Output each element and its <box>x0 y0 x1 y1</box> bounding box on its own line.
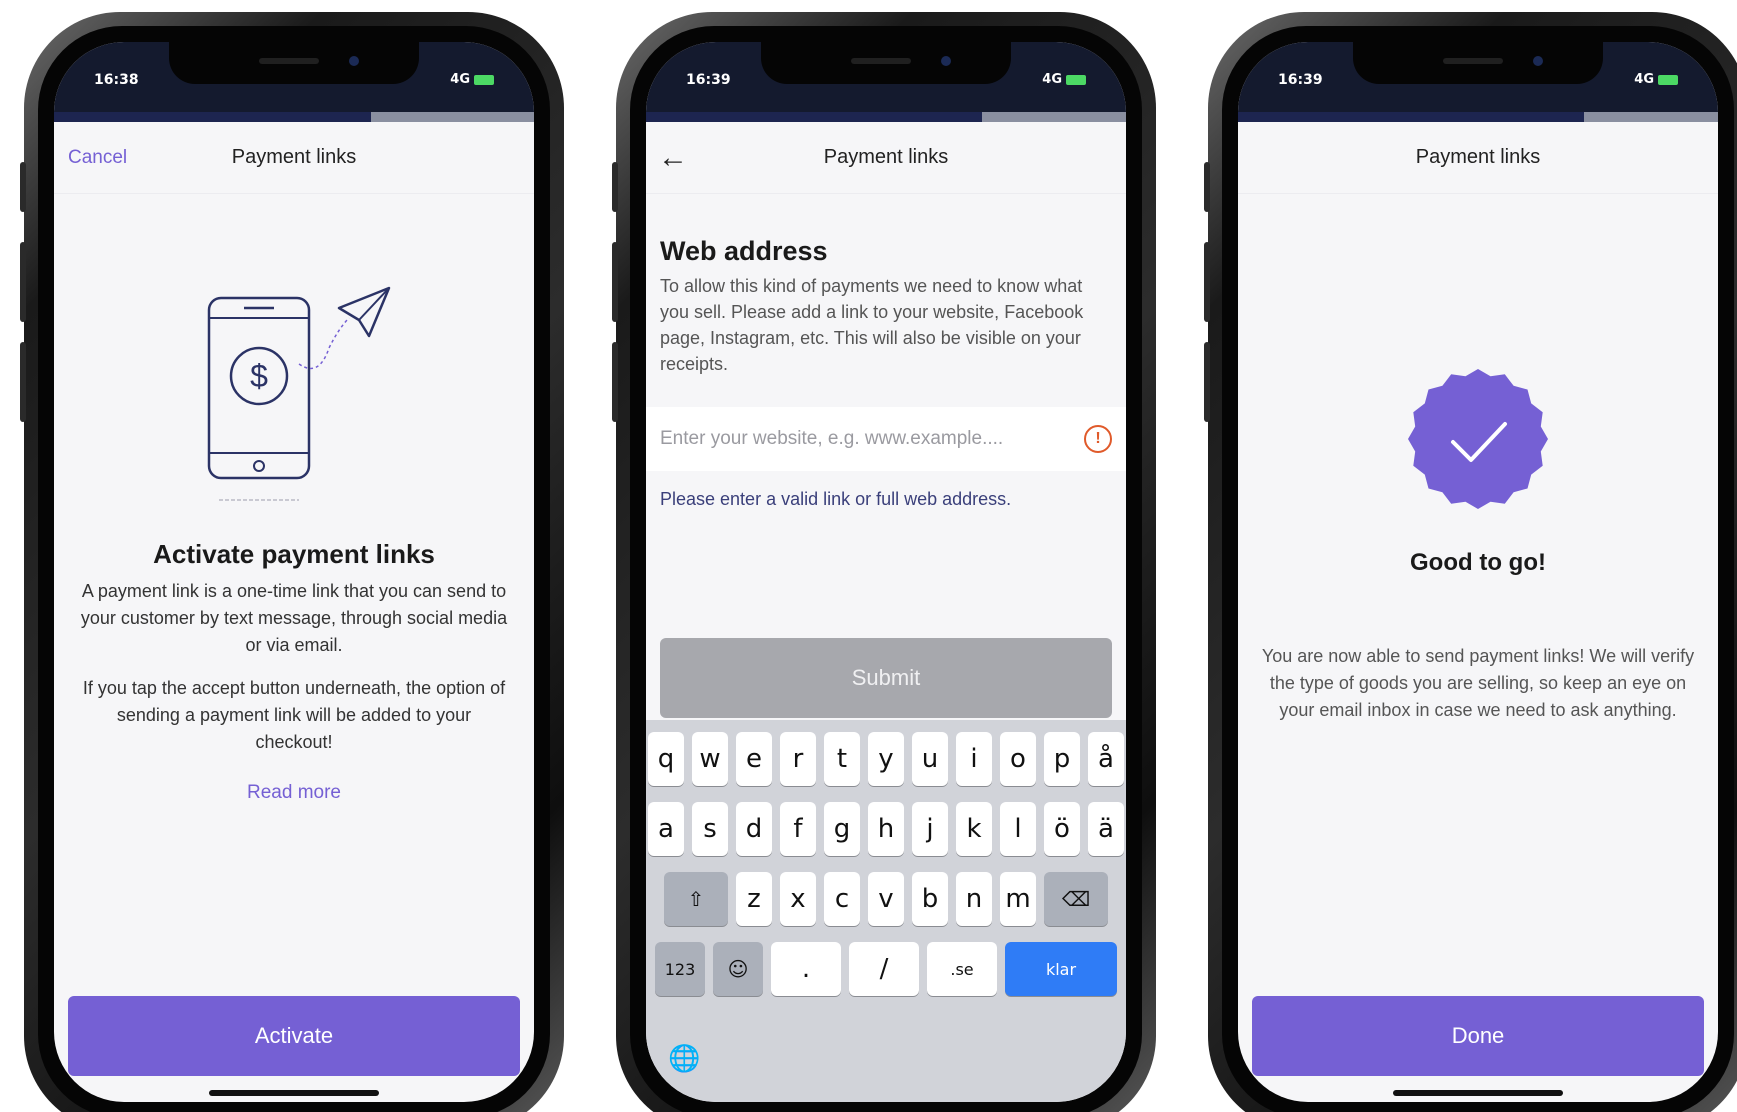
key-ö[interactable]: ö <box>1044 802 1080 856</box>
key-z[interactable]: z <box>736 872 772 926</box>
keyboard: qwertyuiopå asdfghjklöä ⇧ zxcvbnm ⌫ 123 … <box>646 720 1126 1102</box>
key-c[interactable]: c <box>824 872 860 926</box>
status-time: 16:38 <box>94 72 139 88</box>
key-p[interactable]: p <box>1044 732 1080 786</box>
signal-indicator: 4G <box>1042 72 1086 87</box>
nav-bar: Cancel Payment links <box>54 122 534 194</box>
read-more-link[interactable]: Read more <box>247 782 341 804</box>
keyboard-row-1: qwertyuiopå <box>646 732 1126 786</box>
web-address-heading: Web address <box>660 236 828 266</box>
screen-activate: 16:38 4G Cancel Payment links $ Activate… <box>54 42 534 1102</box>
validation-error: Please enter a valid link or full web ad… <box>660 489 1012 509</box>
screen-success: 16:39 4G Payment links Good to go! You a… <box>1238 42 1718 1102</box>
dot-key[interactable]: . <box>771 942 841 996</box>
key-j[interactable]: j <box>912 802 948 856</box>
website-input-row: ! <box>646 407 1126 471</box>
signal-indicator: 4G <box>1634 72 1678 87</box>
signal-indicator: 4G <box>450 72 494 87</box>
back-arrow-icon[interactable]: ← <box>658 141 688 175</box>
done-button[interactable]: Done <box>1252 996 1704 1076</box>
website-input[interactable] <box>660 428 1084 450</box>
key-a[interactable]: a <box>648 802 684 856</box>
nav-bar: Payment links <box>1238 122 1718 194</box>
shift-key[interactable]: ⇧ <box>664 872 728 926</box>
key-b[interactable]: b <box>912 872 948 926</box>
page-title: Payment links <box>1415 146 1541 168</box>
key-r[interactable]: r <box>780 732 816 786</box>
svg-text:$: $ <box>250 358 268 394</box>
key-h[interactable]: h <box>868 802 904 856</box>
key-w[interactable]: w <box>692 732 728 786</box>
home-indicator <box>209 1090 379 1096</box>
battery-icon <box>1658 74 1678 85</box>
key-t[interactable]: t <box>824 732 860 786</box>
success-heading: Good to go! <box>1410 549 1546 576</box>
status-bar: 16:38 4G <box>54 42 534 122</box>
key-y[interactable]: y <box>868 732 904 786</box>
emoji-key[interactable]: ☺ <box>713 942 763 996</box>
key-u[interactable]: u <box>912 732 948 786</box>
keyboard-row-2: asdfghjklöä <box>646 802 1126 856</box>
page-title: Payment links <box>823 146 949 168</box>
phone-frame-3: 16:39 4G Payment links Good to go! You a… <box>1204 12 1737 1112</box>
phone-frame-1: 16:38 4G Cancel Payment links $ Activate… <box>20 12 564 1112</box>
web-address-description: To allow this kind of payments we need t… <box>660 276 1084 374</box>
phone-frame-2: 16:39 4G ← Payment links Web address To … <box>612 12 1156 1112</box>
status-time: 16:39 <box>686 72 731 88</box>
status-time: 16:39 <box>1278 72 1323 88</box>
submit-button[interactable]: Submit <box>660 638 1112 718</box>
key-o[interactable]: o <box>1000 732 1036 786</box>
activate-heading: Activate payment links <box>153 539 435 569</box>
progress-bar <box>646 112 1126 122</box>
home-indicator <box>1393 1090 1563 1096</box>
key-s[interactable]: s <box>692 802 728 856</box>
nav-bar: ← Payment links <box>646 122 1126 194</box>
stage: 16:38 4G Cancel Payment links $ Activate… <box>0 0 1737 1112</box>
globe-icon[interactable]: 🌐 <box>668 1043 700 1074</box>
description-paragraph-2: If you tap the accept button underneath,… <box>82 678 506 752</box>
slash-key[interactable]: / <box>849 942 919 996</box>
key-n[interactable]: n <box>956 872 992 926</box>
battery-icon <box>1066 74 1086 85</box>
key-e[interactable]: e <box>736 732 772 786</box>
activate-button[interactable]: Activate <box>68 996 520 1076</box>
numbers-key[interactable]: 123 <box>655 942 705 996</box>
key-m[interactable]: m <box>1000 872 1036 926</box>
key-i[interactable]: i <box>956 732 992 786</box>
key-k[interactable]: k <box>956 802 992 856</box>
key-å[interactable]: å <box>1088 732 1124 786</box>
phone-dollar-illustration-icon: $ <box>189 278 399 513</box>
key-v[interactable]: v <box>868 872 904 926</box>
description-paragraph: A payment link is a one-time link that y… <box>80 581 508 655</box>
page-title: Payment links <box>231 146 357 168</box>
checkmark-badge-icon <box>1403 364 1553 519</box>
key-d[interactable]: d <box>736 802 772 856</box>
key-g[interactable]: g <box>824 802 860 856</box>
status-bar: 16:39 4G <box>1238 42 1718 122</box>
error-icon: ! <box>1084 425 1112 453</box>
domain-key[interactable]: .se <box>927 942 997 996</box>
key-x[interactable]: x <box>780 872 816 926</box>
screen-web-address: 16:39 4G ← Payment links Web address To … <box>646 42 1126 1102</box>
key-f[interactable]: f <box>780 802 816 856</box>
status-bar: 16:39 4G <box>646 42 1126 122</box>
key-q[interactable]: q <box>648 732 684 786</box>
key-ä[interactable]: ä <box>1088 802 1124 856</box>
progress-bar <box>1238 112 1718 122</box>
backspace-key[interactable]: ⌫ <box>1044 872 1108 926</box>
keyboard-row-3: ⇧ zxcvbnm ⌫ <box>646 872 1126 926</box>
key-l[interactable]: l <box>1000 802 1036 856</box>
battery-icon <box>474 74 494 85</box>
done-key[interactable]: klar <box>1005 942 1117 996</box>
cancel-button[interactable]: Cancel <box>68 147 127 169</box>
success-description: You are now able to send payment links! … <box>1261 646 1695 720</box>
progress-bar <box>54 112 534 122</box>
keyboard-row-4: 123 ☺ . / .se klar <box>646 942 1126 996</box>
